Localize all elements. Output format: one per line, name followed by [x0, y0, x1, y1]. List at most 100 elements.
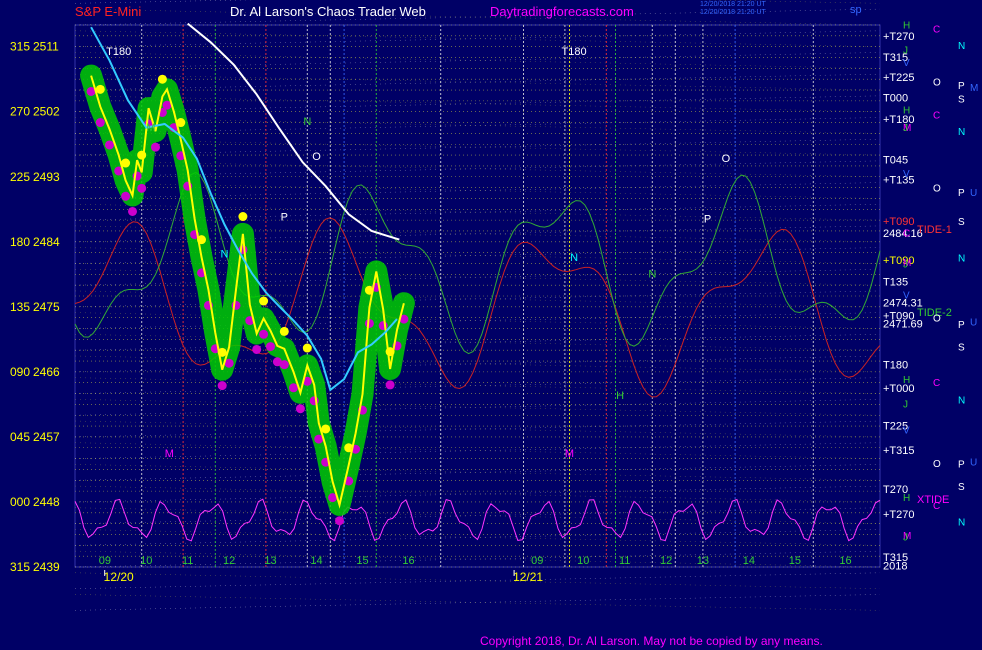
chart-marker-label: M [165, 448, 174, 460]
y-tick-label: 2502 [33, 105, 60, 119]
symbol-title: S&P E-Mini [75, 4, 142, 19]
chart-marker-label: P [704, 214, 711, 226]
moving-average-line [90, 26, 398, 392]
x-hour-label: 10 [140, 555, 152, 567]
y-angle-label: 000 [10, 495, 30, 509]
chart-marker-label: P [281, 212, 288, 224]
x-hour-label: 16 [839, 555, 851, 567]
low-dot [385, 380, 395, 390]
y-tick-label: 2511 [33, 40, 59, 54]
chart-marker-label: M [146, 122, 155, 134]
low-dot [121, 191, 131, 201]
x-hour-label: 09 [531, 555, 543, 567]
y-angle-label: 315 [10, 560, 30, 574]
right-label: T000 [883, 92, 908, 104]
right-label: +T315 [883, 445, 915, 457]
x-hour-label: 14 [310, 555, 322, 567]
high-dot [95, 84, 105, 94]
planet-label: C [933, 25, 940, 36]
low-dot [259, 329, 269, 339]
y-angle-label: 135 [10, 300, 30, 314]
high-dot [259, 296, 269, 306]
high-dot [302, 343, 312, 353]
low-dot [105, 140, 114, 150]
planet-label: H [903, 375, 910, 386]
x-date-label: 12/21 [513, 570, 543, 584]
x-hour-label: 09 [99, 555, 111, 567]
planet-label: P [958, 188, 965, 199]
planet-label: V [903, 291, 910, 302]
site-title: Dr. Al Larson's Chaos Trader Web [230, 4, 426, 19]
planet-label: U [970, 188, 977, 199]
right-label: +T090 [883, 216, 915, 228]
chart-marker-label: O [312, 151, 321, 163]
planet-label: S [958, 482, 965, 493]
planet-label: J [903, 533, 908, 544]
low-dot [364, 318, 374, 328]
low-dot [128, 206, 137, 216]
right-label: +T225 [883, 72, 915, 84]
planet-label: H [903, 493, 910, 504]
planet-label: J [903, 123, 908, 134]
sp-label: sp [850, 4, 899, 16]
planet-label: N [958, 517, 965, 528]
right-label: 2471.69 [883, 318, 923, 330]
planet-label: P [958, 460, 965, 471]
planet-label: O [933, 459, 941, 470]
planet-label: C [933, 111, 940, 122]
chart-marker-label: T180 [562, 46, 587, 58]
high-dot [321, 424, 331, 434]
planet-label: M [970, 83, 978, 94]
low-dot [266, 342, 275, 352]
x-date-label: 12/20 [104, 570, 134, 584]
planet-label: N [958, 41, 965, 52]
planet-label: O [933, 314, 941, 325]
planet-label: C [933, 501, 940, 512]
chart-marker-label: N [221, 248, 229, 260]
right-label: 2018 [883, 561, 907, 573]
chart-marker-label: N [648, 269, 656, 281]
x-hour-label: 14 [743, 555, 755, 567]
planet-label: J [903, 259, 908, 270]
planet-label: U [970, 317, 977, 328]
x-hour-label: 15 [789, 555, 801, 567]
low-dot [151, 142, 160, 152]
x-hour-label: 15 [356, 555, 368, 567]
planet-label: O [933, 77, 941, 88]
chart-marker-label: O [722, 153, 731, 165]
chart-marker-label: H [616, 390, 624, 402]
x-hour-label: 10 [577, 555, 589, 567]
site-url[interactable]: Daytradingforecasts.com [490, 4, 634, 19]
planet-label: S [958, 95, 965, 106]
chart-canvas: 315 2511270 2502225 2493180 2484135 2475090 24… [10, 0, 978, 611]
planet-label: S [958, 343, 965, 354]
y-tick-label: 2466 [33, 365, 60, 379]
y-angle-label: 090 [10, 365, 30, 379]
y-tick-label: 2484 [33, 235, 60, 249]
planet-label: C [933, 378, 940, 389]
right-label: +T270 [883, 509, 915, 521]
planet-label: H [903, 106, 910, 117]
timestamp-2: 12/20/2018 21:20 UT [700, 9, 766, 16]
x-hour-label: 12 [660, 555, 672, 567]
planet-label: C [903, 228, 910, 239]
x-hour-label: 16 [402, 555, 414, 567]
chart-marker-label: N [303, 116, 311, 128]
high-dot [238, 212, 248, 222]
planet-label: P [958, 81, 965, 92]
planet-label: S [958, 217, 965, 228]
planet-label: V [903, 426, 910, 437]
tide-label: TIDE-1 [917, 224, 952, 236]
low-dot [95, 118, 105, 128]
timestamp-1: 12/20/2018 21:20 UT [700, 1, 766, 8]
y-angle-label: 315 [10, 40, 30, 54]
y-tick-label: 2439 [33, 560, 60, 574]
x-hour-label: 13 [697, 555, 709, 567]
planet-label: O [933, 184, 941, 195]
x-hour-label: 12 [223, 555, 235, 567]
planet-label: N [958, 127, 965, 138]
planet-label: J [903, 46, 908, 57]
y-angle-label: 045 [10, 430, 30, 444]
y-tick-label: 2457 [33, 430, 60, 444]
x-hour-label: 11 [182, 555, 193, 567]
